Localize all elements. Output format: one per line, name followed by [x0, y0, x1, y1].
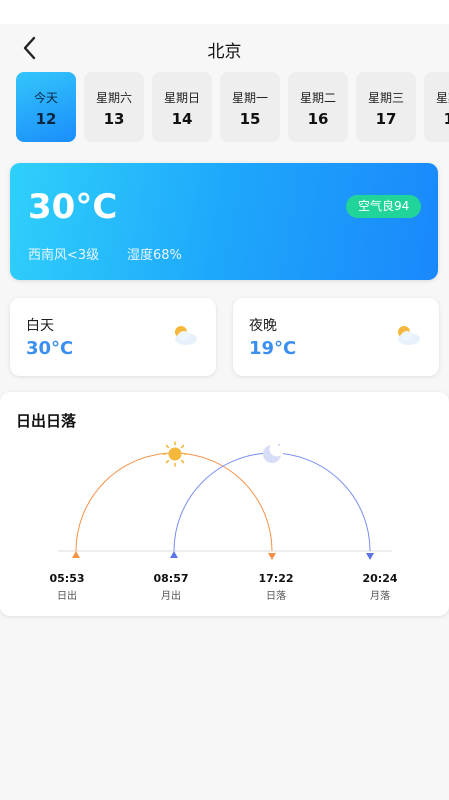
sunset-label: 日落	[266, 591, 286, 602]
day-number: 13	[103, 110, 125, 128]
day-name: 星期三	[367, 91, 404, 105]
header: 北京	[0, 24, 449, 72]
sunrise-marker	[72, 551, 80, 558]
sunset-marker	[268, 553, 276, 560]
partly-cloudy-icon	[398, 326, 420, 345]
status-bar	[0, 0, 449, 24]
day-number: 15	[239, 110, 261, 128]
day-tab[interactable]: 星期二 16	[288, 72, 348, 142]
nighttime-temperature: 19°C	[249, 338, 297, 359]
current-weather-card: 30°C 空气良94 西南风<3级 湿度68%	[10, 163, 438, 280]
wind-text: 西南风<3级	[28, 248, 100, 263]
moonrise-marker	[170, 551, 178, 558]
sunset-info: 17:22 日落	[246, 572, 306, 602]
nighttime-label: 夜晚	[249, 318, 277, 334]
moonset-marker	[366, 553, 374, 560]
sunrise-time: 05:53	[49, 572, 85, 585]
day-number: 14	[171, 110, 193, 128]
day-tab[interactable]: 星期四 18	[424, 72, 449, 142]
day-name: 星期二	[299, 91, 336, 105]
moon-icon	[263, 441, 285, 463]
sun-arc	[75, 452, 273, 552]
sun-section-title: 日出日落	[16, 412, 77, 430]
day-name: 星期一	[231, 91, 268, 105]
day-selector: 今天 12 星期六 13 星期日 14 星期一 15 星期二 16 星期三 17…	[0, 72, 449, 142]
sunrise-info: 05:53 日出	[37, 572, 97, 602]
day-tab[interactable]: 星期日 14	[152, 72, 212, 142]
daytime-card: 白天 30°C	[10, 298, 216, 376]
day-number: 17	[375, 110, 397, 128]
moonset-info: 20:24 月落	[350, 572, 410, 602]
sunrise-sunset-card: 日出日落 05:53 日出 08:57 月出 17:22 日落 20:24 月落	[0, 392, 449, 616]
daytime-temperature: 30°C	[26, 338, 74, 359]
nighttime-card: 夜晚 19°C	[233, 298, 439, 376]
daytime-label: 白天	[26, 318, 54, 334]
day-name: 今天	[33, 91, 58, 105]
partly-cloudy-icon	[175, 326, 197, 345]
moon-arc	[173, 452, 371, 552]
sunset-time: 17:22	[258, 572, 294, 585]
moonset-time: 20:24	[362, 572, 398, 585]
day-number: 18	[443, 110, 449, 128]
day-tab[interactable]: 星期一 15	[220, 72, 280, 142]
moonset-label: 月落	[370, 591, 390, 602]
moonrise-label: 月出	[161, 591, 181, 602]
day-tab[interactable]: 星期六 13	[84, 72, 144, 142]
day-name: 星期六	[95, 91, 132, 105]
day-number: 12	[35, 110, 57, 128]
moonrise-time: 08:57	[153, 572, 189, 585]
day-name: 星期四	[435, 91, 449, 105]
day-tab-today[interactable]: 今天 12	[16, 72, 76, 142]
aqi-badge: 空气良94	[346, 195, 422, 218]
current-temperature: 30°C	[28, 187, 118, 227]
sun-icon	[162, 441, 188, 467]
sunrise-label: 日出	[57, 591, 77, 602]
day-tab[interactable]: 星期三 17	[356, 72, 416, 142]
page-title: 北京	[207, 42, 242, 62]
day-name: 星期日	[163, 91, 200, 105]
day-number: 16	[307, 110, 329, 128]
humidity-text: 湿度68%	[127, 248, 182, 263]
moonrise-info: 08:57 月出	[141, 572, 201, 602]
